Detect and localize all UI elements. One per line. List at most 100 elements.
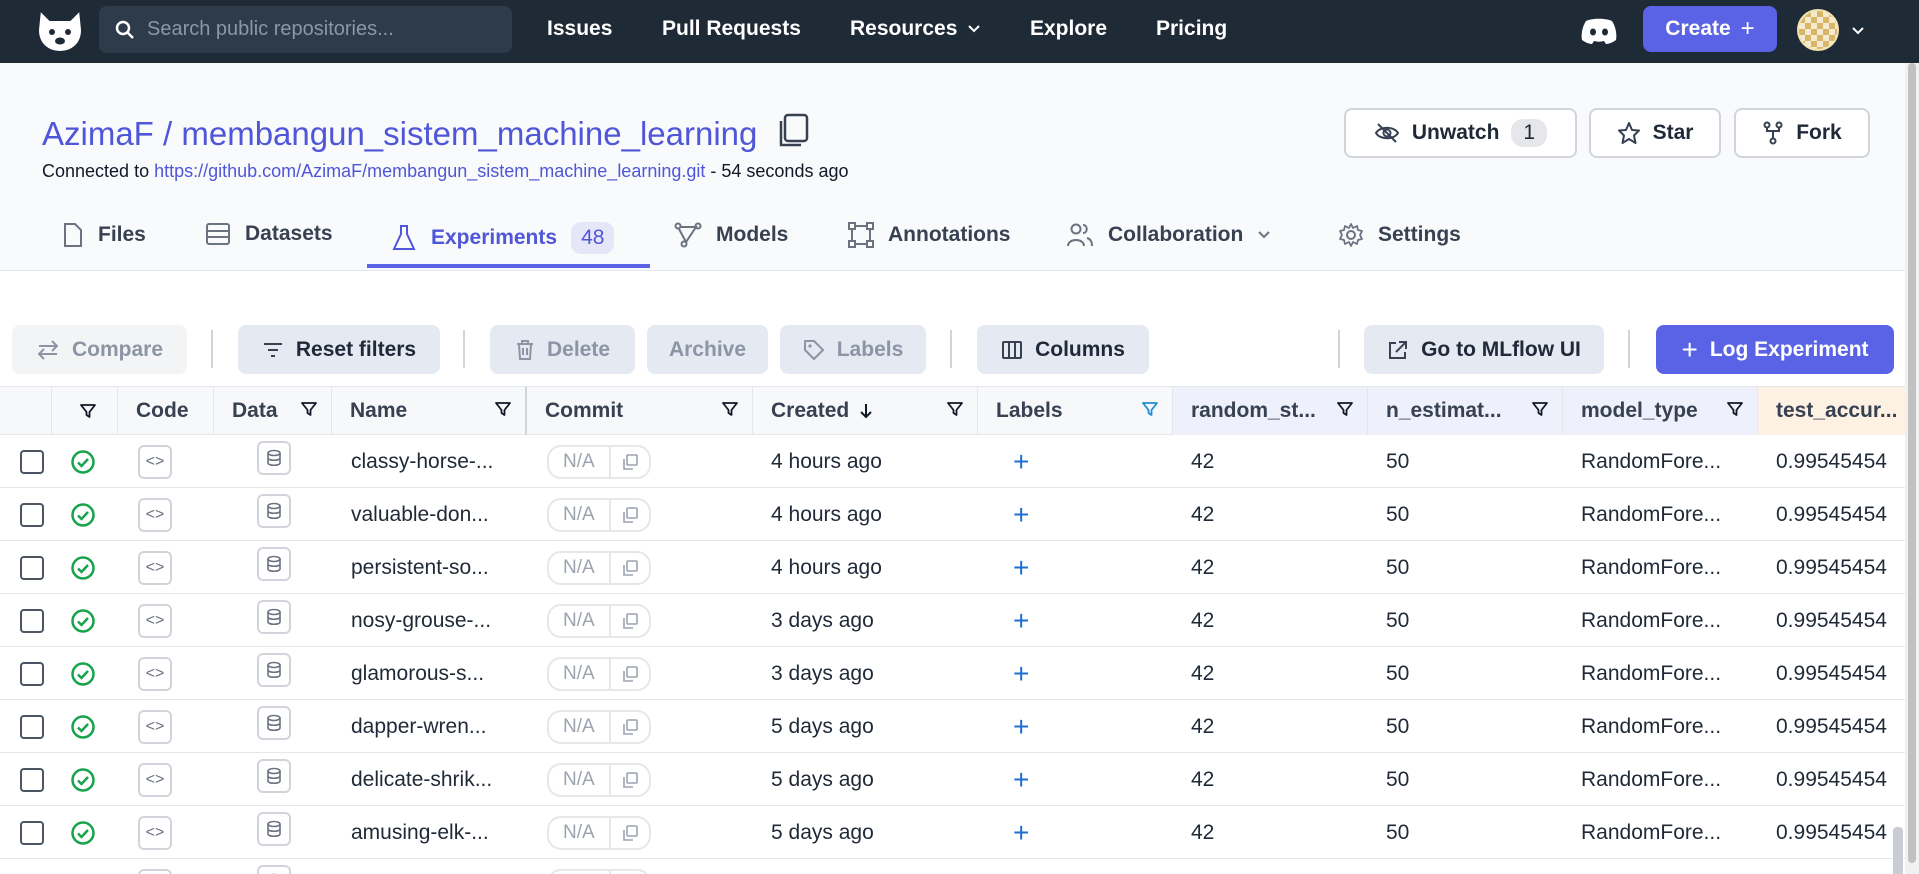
- data-cell[interactable]: [257, 541, 291, 594]
- labels-cell[interactable]: +: [1013, 435, 1029, 488]
- columns-button[interactable]: Columns: [977, 325, 1149, 374]
- experiment-name-link[interactable]: glamorous-s...: [351, 662, 484, 686]
- data-cell[interactable]: [257, 647, 291, 700]
- row-checkbox[interactable]: [20, 820, 44, 845]
- col-header-model-type[interactable]: model_type: [1563, 387, 1758, 435]
- code-cell[interactable]: <>: [138, 859, 172, 874]
- database-icon[interactable]: [257, 705, 291, 740]
- labels-cell[interactable]: +: [1013, 753, 1029, 806]
- copy-icon[interactable]: [611, 553, 649, 583]
- code-cell[interactable]: <>: [138, 541, 172, 594]
- code-icon[interactable]: <>: [138, 762, 172, 797]
- name-cell[interactable]: dapper-wren...: [351, 700, 486, 753]
- row-checkbox[interactable]: [20, 767, 44, 792]
- labels-cell[interactable]: +: [1013, 859, 1029, 874]
- table-row[interactable]: <> dapper-wren... N/A 5 days ago + 42 50…: [0, 700, 1905, 753]
- row-select[interactable]: [20, 753, 44, 806]
- code-cell[interactable]: <>: [138, 594, 172, 647]
- filter-icon[interactable]: [947, 401, 963, 417]
- col-header-created[interactable]: Created: [753, 387, 978, 435]
- log-experiment-button[interactable]: + Log Experiment: [1656, 325, 1894, 374]
- add-label-icon[interactable]: +: [1013, 552, 1029, 584]
- nav-explore[interactable]: Explore: [1030, 17, 1107, 41]
- code-cell[interactable]: <>: [138, 700, 172, 753]
- copy-icon[interactable]: [611, 606, 649, 636]
- dagshub-logo-icon[interactable]: [34, 6, 86, 54]
- database-icon[interactable]: [257, 493, 291, 528]
- nav-pull-requests[interactable]: Pull Requests: [662, 17, 801, 41]
- table-row[interactable]: <> amusing-elk-... N/A 5 days ago + 42 5…: [0, 806, 1905, 859]
- filter-active-icon[interactable]: [1142, 401, 1158, 417]
- code-icon[interactable]: <>: [138, 603, 172, 638]
- nav-resources[interactable]: Resources: [850, 17, 981, 41]
- nav-issues[interactable]: Issues: [547, 17, 612, 41]
- data-cell[interactable]: [257, 488, 291, 541]
- search-bar[interactable]: [99, 6, 512, 53]
- compare-button[interactable]: Compare: [12, 325, 187, 374]
- experiment-name-link[interactable]: dapper-wren...: [351, 715, 486, 739]
- code-icon[interactable]: <>: [138, 815, 172, 850]
- labels-cell[interactable]: +: [1013, 647, 1029, 700]
- tab-annotations[interactable]: Annotations: [848, 222, 1010, 248]
- data-cell[interactable]: [257, 753, 291, 806]
- experiment-name-link[interactable]: amusing-elk-...: [351, 821, 489, 845]
- discord-icon[interactable]: [1580, 17, 1618, 45]
- col-header-data[interactable]: Data: [214, 387, 332, 435]
- filter-icon[interactable]: [722, 401, 738, 417]
- name-cell[interactable]: valuable-don...: [351, 488, 489, 541]
- search-input[interactable]: [147, 18, 507, 41]
- code-icon[interactable]: <>: [138, 868, 172, 874]
- row-checkbox[interactable]: [20, 714, 44, 739]
- data-cell[interactable]: [257, 700, 291, 753]
- name-cell[interactable]: delicate-shrik...: [351, 753, 492, 806]
- row-select[interactable]: [20, 488, 44, 541]
- filter-icon[interactable]: [1337, 401, 1353, 417]
- copy-icon[interactable]: [611, 765, 649, 795]
- tab-experiments[interactable]: Experiments 48: [391, 222, 615, 254]
- filter-icon[interactable]: [1532, 401, 1548, 417]
- delete-button[interactable]: Delete: [490, 325, 635, 374]
- code-icon[interactable]: <>: [138, 550, 172, 585]
- add-label-icon[interactable]: +: [1013, 446, 1029, 478]
- database-icon[interactable]: [257, 811, 291, 846]
- tab-datasets[interactable]: Datasets: [205, 222, 333, 246]
- add-label-icon[interactable]: +: [1013, 711, 1029, 743]
- data-cell[interactable]: [257, 806, 291, 859]
- database-icon[interactable]: [257, 652, 291, 687]
- col-header-labels[interactable]: Labels: [978, 387, 1173, 435]
- code-cell[interactable]: <>: [138, 806, 172, 859]
- unwatch-button[interactable]: Unwatch 1: [1344, 108, 1577, 158]
- row-checkbox[interactable]: [20, 449, 44, 474]
- row-select[interactable]: [20, 700, 44, 753]
- name-cell[interactable]: amusing-elk-...: [351, 806, 489, 859]
- repo-name-link[interactable]: membangun_sistem_machine_learning: [181, 115, 757, 152]
- col-header-n-estimators[interactable]: n_estimat...: [1368, 387, 1563, 435]
- copy-icon[interactable]: [611, 818, 649, 848]
- labels-cell[interactable]: +: [1013, 541, 1029, 594]
- chevron-down-icon[interactable]: [1851, 26, 1865, 36]
- database-icon[interactable]: [257, 440, 291, 475]
- database-icon[interactable]: [257, 599, 291, 634]
- col-header-commit[interactable]: Commit: [527, 387, 753, 435]
- name-cell[interactable]: persistent-so...: [351, 541, 489, 594]
- code-icon[interactable]: <>: [138, 497, 172, 532]
- nav-pricing[interactable]: Pricing: [1156, 17, 1227, 41]
- tab-files[interactable]: Files: [62, 222, 146, 248]
- code-cell[interactable]: <>: [138, 435, 172, 488]
- table-row[interactable]: <> glamorous-s... N/A 3 days ago + 42 50…: [0, 647, 1905, 700]
- code-icon[interactable]: <>: [138, 709, 172, 744]
- labels-cell[interactable]: +: [1013, 806, 1029, 859]
- copy-icon[interactable]: [611, 871, 649, 874]
- name-cell[interactable]: bubbly-...: [351, 859, 437, 874]
- experiment-name-link[interactable]: nosy-grouse-...: [351, 609, 491, 633]
- row-select[interactable]: [20, 541, 44, 594]
- avatar[interactable]: [1797, 9, 1839, 51]
- table-row[interactable]: <> nosy-grouse-... N/A 3 days ago + 42 5…: [0, 594, 1905, 647]
- filter-icon[interactable]: [495, 401, 511, 417]
- reset-filters-button[interactable]: Reset filters: [238, 325, 440, 374]
- table-row[interactable]: <> delicate-shrik... N/A 5 days ago + 42…: [0, 753, 1905, 806]
- col-header-random-state[interactable]: random_st...: [1173, 387, 1368, 435]
- tab-settings[interactable]: Settings: [1338, 222, 1461, 248]
- table-row[interactable]: <> bubbly-... N/A 6 days ago + 42 50 Ran…: [0, 859, 1905, 874]
- table-row[interactable]: <> valuable-don... N/A 4 hours ago + 42 …: [0, 488, 1905, 541]
